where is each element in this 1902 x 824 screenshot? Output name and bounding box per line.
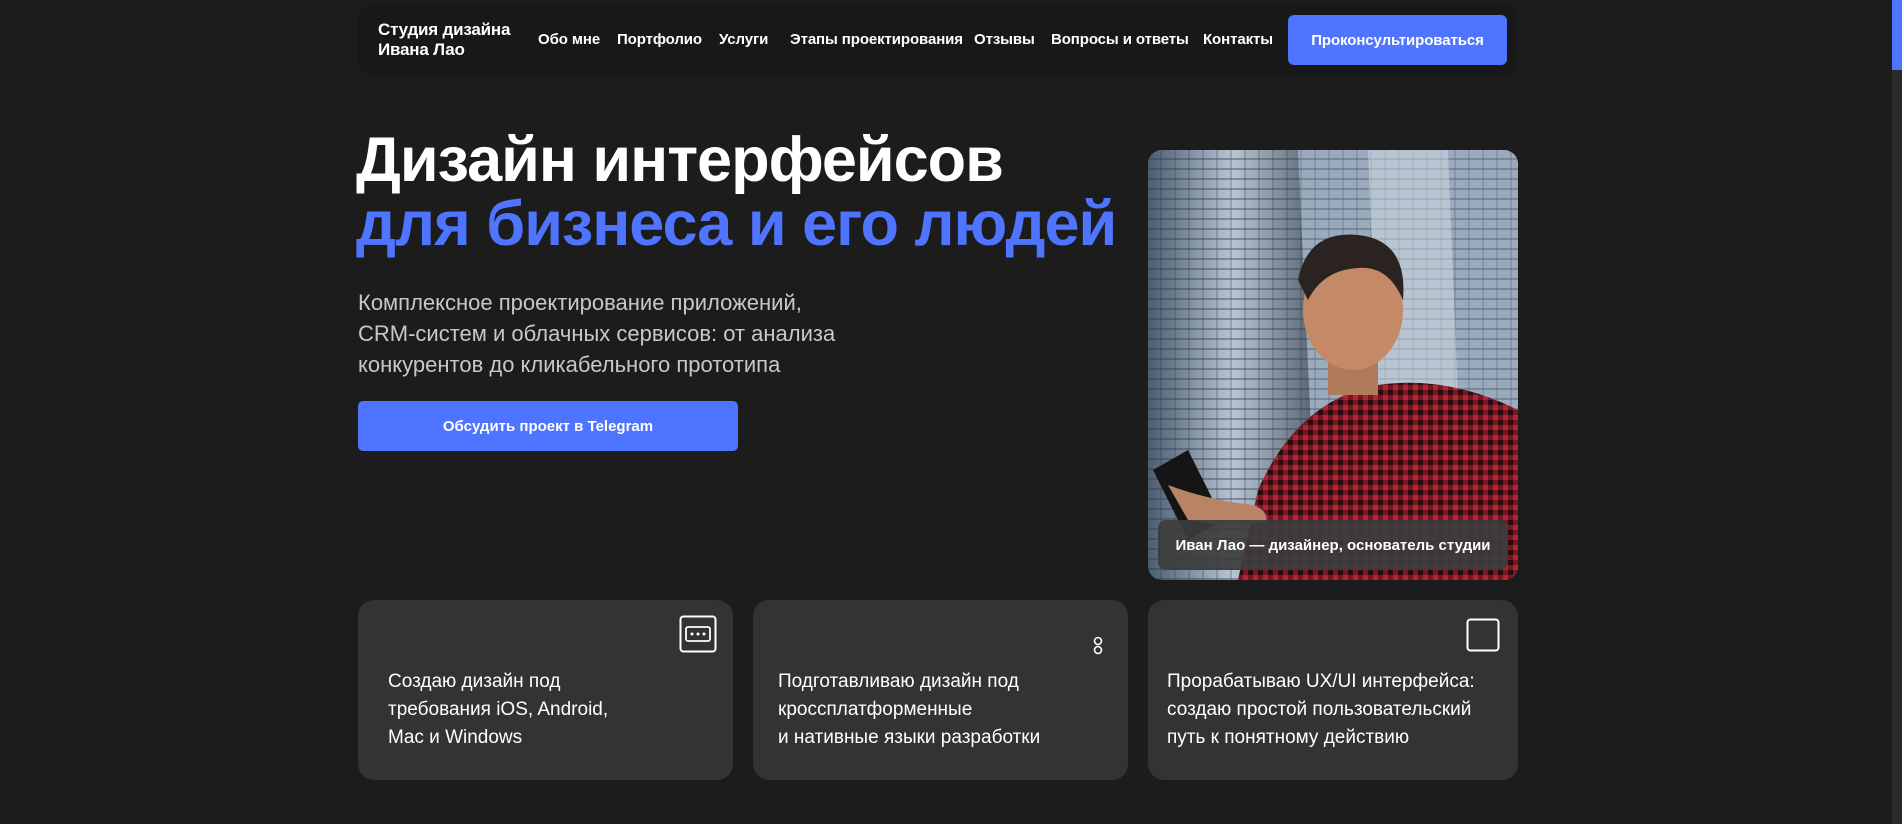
- nav-faq[interactable]: Вопросы и ответы: [1051, 31, 1189, 48]
- founder-photo: Иван Лао — дизайнер, основатель студии: [1148, 150, 1518, 580]
- feature-card-uxui: Прорабатываю UX/UI интерфейса: создаю пр…: [1148, 600, 1518, 780]
- feature-card-text: Прорабатываю UX/UI интерфейса: создаю пр…: [1167, 671, 1475, 748]
- feature-card-platforms: Создаю дизайн под требования iOS, Androi…: [358, 600, 733, 780]
- nav-portfolio[interactable]: Портфолио: [617, 31, 702, 48]
- photo-illustration: [1148, 150, 1518, 580]
- nav-stages[interactable]: Этапы проектирования: [790, 31, 963, 48]
- hero-title-line1: Дизайн интерфейсов: [356, 125, 1004, 195]
- link-chain-icon: [1092, 635, 1104, 662]
- telegram-button[interactable]: Обсудить проект в Telegram: [358, 401, 738, 451]
- hero-title: Дизайн интерфейсов для бизнеса и его люд…: [356, 125, 1117, 259]
- nav-reviews[interactable]: Отзывы: [974, 31, 1035, 48]
- consult-button[interactable]: Проконсультироваться: [1288, 15, 1507, 65]
- feature-card-text: Создаю дизайн под требования iOS, Androi…: [388, 671, 609, 748]
- nav-about[interactable]: Обо мне: [538, 31, 600, 48]
- photo-caption: Иван Лао — дизайнер, основатель студии: [1158, 520, 1508, 570]
- scrollbar-thumb[interactable]: [1892, 0, 1902, 70]
- nav-services[interactable]: Услуги: [719, 31, 768, 48]
- window-dots-icon: [679, 615, 717, 658]
- studio-logo[interactable]: Студия дизайна Ивана Лао: [378, 20, 528, 60]
- hero-title-line2: для бизнеса и его людей: [356, 189, 1117, 259]
- page-scrollbar[interactable]: [1892, 0, 1902, 824]
- feature-card-text: Подготавливаю дизайн под кроссплатформен…: [778, 671, 1041, 748]
- nav-contacts[interactable]: Контакты: [1203, 31, 1273, 48]
- hero-subtitle: Комплексное проектирование приложений, C…: [358, 290, 836, 377]
- feature-card-crossplatform: Подготавливаю дизайн под кроссплатформен…: [753, 600, 1128, 780]
- site-header: Студия дизайна Ивана Лао Обо мне Портфол…: [358, 6, 1516, 74]
- square-icon: [1466, 618, 1500, 657]
